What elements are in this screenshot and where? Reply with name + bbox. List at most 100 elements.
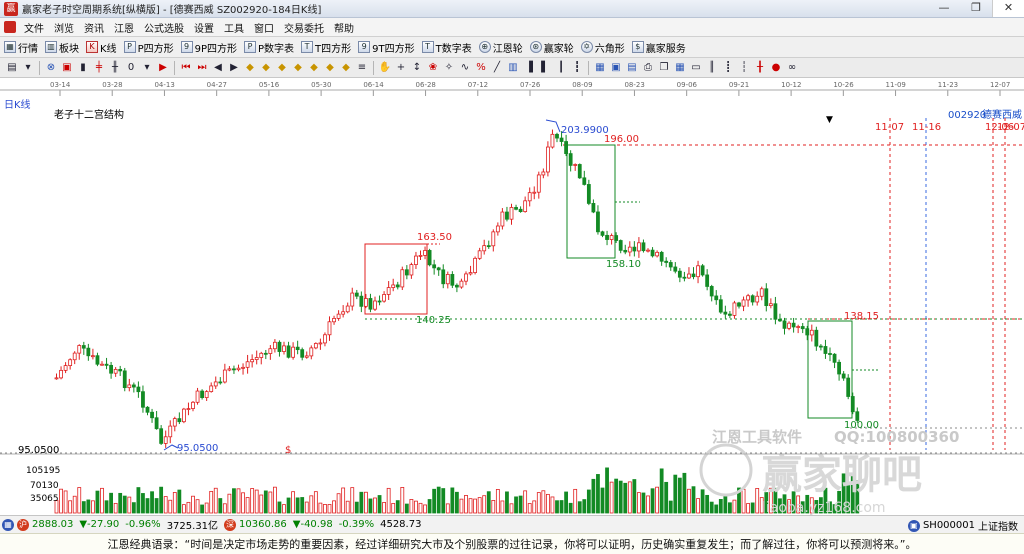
bar5-icon[interactable]: ┇: [570, 61, 584, 75]
grid3-icon[interactable]: ▦: [673, 61, 687, 75]
candle3-icon[interactable]: ╂: [753, 61, 767, 75]
diamond4-icon[interactable]: ◆: [291, 61, 305, 75]
toolbar-label: 江恩轮: [492, 43, 523, 55]
candle: [131, 384, 136, 388]
toolbar-9p-square-button[interactable]: 9 9P四方形: [180, 40, 237, 55]
date-tick-label: 09-21: [729, 81, 749, 89]
bars-icon[interactable]: ▮: [76, 61, 90, 75]
diamond6-icon[interactable]: ◆: [323, 61, 337, 75]
cycle-icon[interactable]: ⊗: [44, 61, 58, 75]
toolbar-9t-square-button[interactable]: 9 9T四方形: [358, 40, 415, 55]
candle: [677, 270, 682, 278]
toolbar-kline-button[interactable]: K K线: [86, 40, 117, 55]
candle: [564, 141, 568, 154]
ball-icon[interactable]: ●: [769, 61, 783, 75]
trend-icon[interactable]: ╱: [490, 61, 504, 75]
chart-canvas[interactable]: 03-14 03-28 04-13 04-27 05-16 05-30 06-14 06-28…: [0, 78, 1024, 516]
diamond5-icon[interactable]: ◆: [307, 61, 321, 75]
zero-icon[interactable]: 0: [124, 61, 138, 75]
save-icon[interactable]: ▣: [609, 61, 623, 75]
right-icon[interactable]: ▶: [227, 61, 241, 75]
doc-icon[interactable]: ▭: [689, 61, 703, 75]
last-icon[interactable]: ⏭: [195, 61, 209, 75]
bars7-icon[interactable]: ┋: [721, 61, 735, 75]
flag-icon[interactable]: ▶: [156, 61, 170, 75]
menu-news[interactable]: 资讯: [79, 20, 109, 35]
gift-icon[interactable]: ❀: [426, 61, 440, 75]
table-icon[interactable]: ▦: [593, 61, 607, 75]
left-icon[interactable]: ◀: [211, 61, 225, 75]
infinity-icon[interactable]: ∞: [785, 61, 799, 75]
calendar-icon[interactable]: ▣: [60, 61, 74, 75]
bar4-icon[interactable]: ┃: [554, 61, 568, 75]
date-tick-label: 11-09: [886, 81, 906, 89]
dropdown2-icon[interactable]: ▾: [140, 61, 154, 75]
diamond1-icon[interactable]: ◆: [243, 61, 257, 75]
layout-icon[interactable]: ▤: [5, 61, 19, 75]
cross-icon[interactable]: +: [394, 61, 408, 75]
print-icon[interactable]: ⎙: [641, 61, 655, 75]
volume-bar: [541, 490, 546, 514]
candle: [641, 242, 646, 252]
diamond2-icon[interactable]: ◆: [259, 61, 273, 75]
minimize-button[interactable]: —: [928, 0, 960, 17]
menu-browse[interactable]: 浏览: [49, 20, 79, 35]
toolbar-gann-wheel-button[interactable]: ⊕ 江恩轮: [478, 40, 523, 55]
bar2-icon[interactable]: ▐: [522, 61, 536, 75]
volume-bar: [68, 500, 73, 514]
candle-icon[interactable]: ╪: [92, 61, 106, 75]
hand-icon[interactable]: ✋: [378, 61, 392, 75]
candle: [277, 341, 282, 352]
diamond3-icon[interactable]: ◆: [275, 61, 289, 75]
menu-settings[interactable]: 设置: [189, 20, 219, 35]
menu-window[interactable]: 窗口: [249, 20, 279, 35]
toolbar-winner-wheel-button[interactable]: ⊛ 赢家轮: [529, 40, 574, 55]
kline-chart[interactable]: 03-14 03-28 04-13 04-27 05-16 05-30 06-14 06-28…: [0, 78, 1024, 516]
candle: [800, 326, 805, 330]
sh-index-value: 2888.03: [32, 519, 74, 530]
up-down-icon[interactable]: ↕: [410, 61, 424, 75]
bars6-icon[interactable]: ║: [705, 61, 719, 75]
toolbar-sector-button[interactable]: ▥ 板块: [45, 40, 79, 55]
maximize-button[interactable]: ❐: [960, 0, 992, 17]
menu-formula[interactable]: 公式选股: [139, 20, 189, 35]
copy-icon[interactable]: ❐: [657, 61, 671, 75]
bars8-icon[interactable]: ┆: [737, 61, 751, 75]
grid-line-icon[interactable]: ≡: [355, 61, 369, 75]
candle2-icon[interactable]: ╫: [108, 61, 122, 75]
volume-bar: [345, 500, 350, 514]
volume-bar: [468, 498, 473, 514]
toolbar-quotes-button[interactable]: ▦ 行情: [4, 40, 38, 55]
volume-bar: [723, 495, 728, 514]
curve-icon[interactable]: ∿: [458, 61, 472, 75]
menu-gann[interactable]: 江恩: [109, 20, 139, 35]
status-right[interactable]: ▣ SH000001 上证指数: [907, 518, 1018, 533]
bar3-icon[interactable]: ▌: [538, 61, 552, 75]
watermark-software: 江恩工具软件: [712, 428, 802, 446]
fan-icon[interactable]: ✧: [442, 61, 456, 75]
toolbar-hexagon-button[interactable]: ✡ 六角形: [580, 40, 625, 55]
volume-bar: [454, 491, 459, 514]
toolbar-service-button[interactable]: $ 赢家服务: [631, 40, 686, 55]
candle: [809, 329, 814, 336]
menu-tools[interactable]: 工具: [219, 20, 249, 35]
first-icon[interactable]: ⏮: [179, 61, 193, 75]
toolbar-p-table-button[interactable]: P P数字表: [244, 40, 294, 55]
close-button[interactable]: ✕: [992, 0, 1024, 17]
screen-icon[interactable]: ▤: [625, 61, 639, 75]
box2-bottom-label: 158.10: [606, 259, 641, 270]
percent-icon[interactable]: %: [474, 61, 488, 75]
toolbar-t-square-button[interactable]: T T四方形: [301, 40, 351, 55]
candle: [555, 133, 559, 139]
dropdown-icon[interactable]: ▾: [21, 61, 35, 75]
grid-icon: ▦: [4, 41, 16, 53]
toolbar-p-square-button[interactable]: P P四方形: [123, 40, 174, 55]
menu-file[interactable]: 文件: [19, 20, 49, 35]
volume-tick: 70130: [30, 481, 59, 491]
menu-help[interactable]: 帮助: [329, 20, 359, 35]
chart2-icon[interactable]: ▥: [506, 61, 520, 75]
toolbar-t-table-button[interactable]: T T数字表: [421, 40, 472, 55]
diamond7-icon[interactable]: ◆: [339, 61, 353, 75]
menu-trade[interactable]: 交易委托: [279, 20, 329, 35]
app-icon: 赢: [4, 1, 18, 16]
